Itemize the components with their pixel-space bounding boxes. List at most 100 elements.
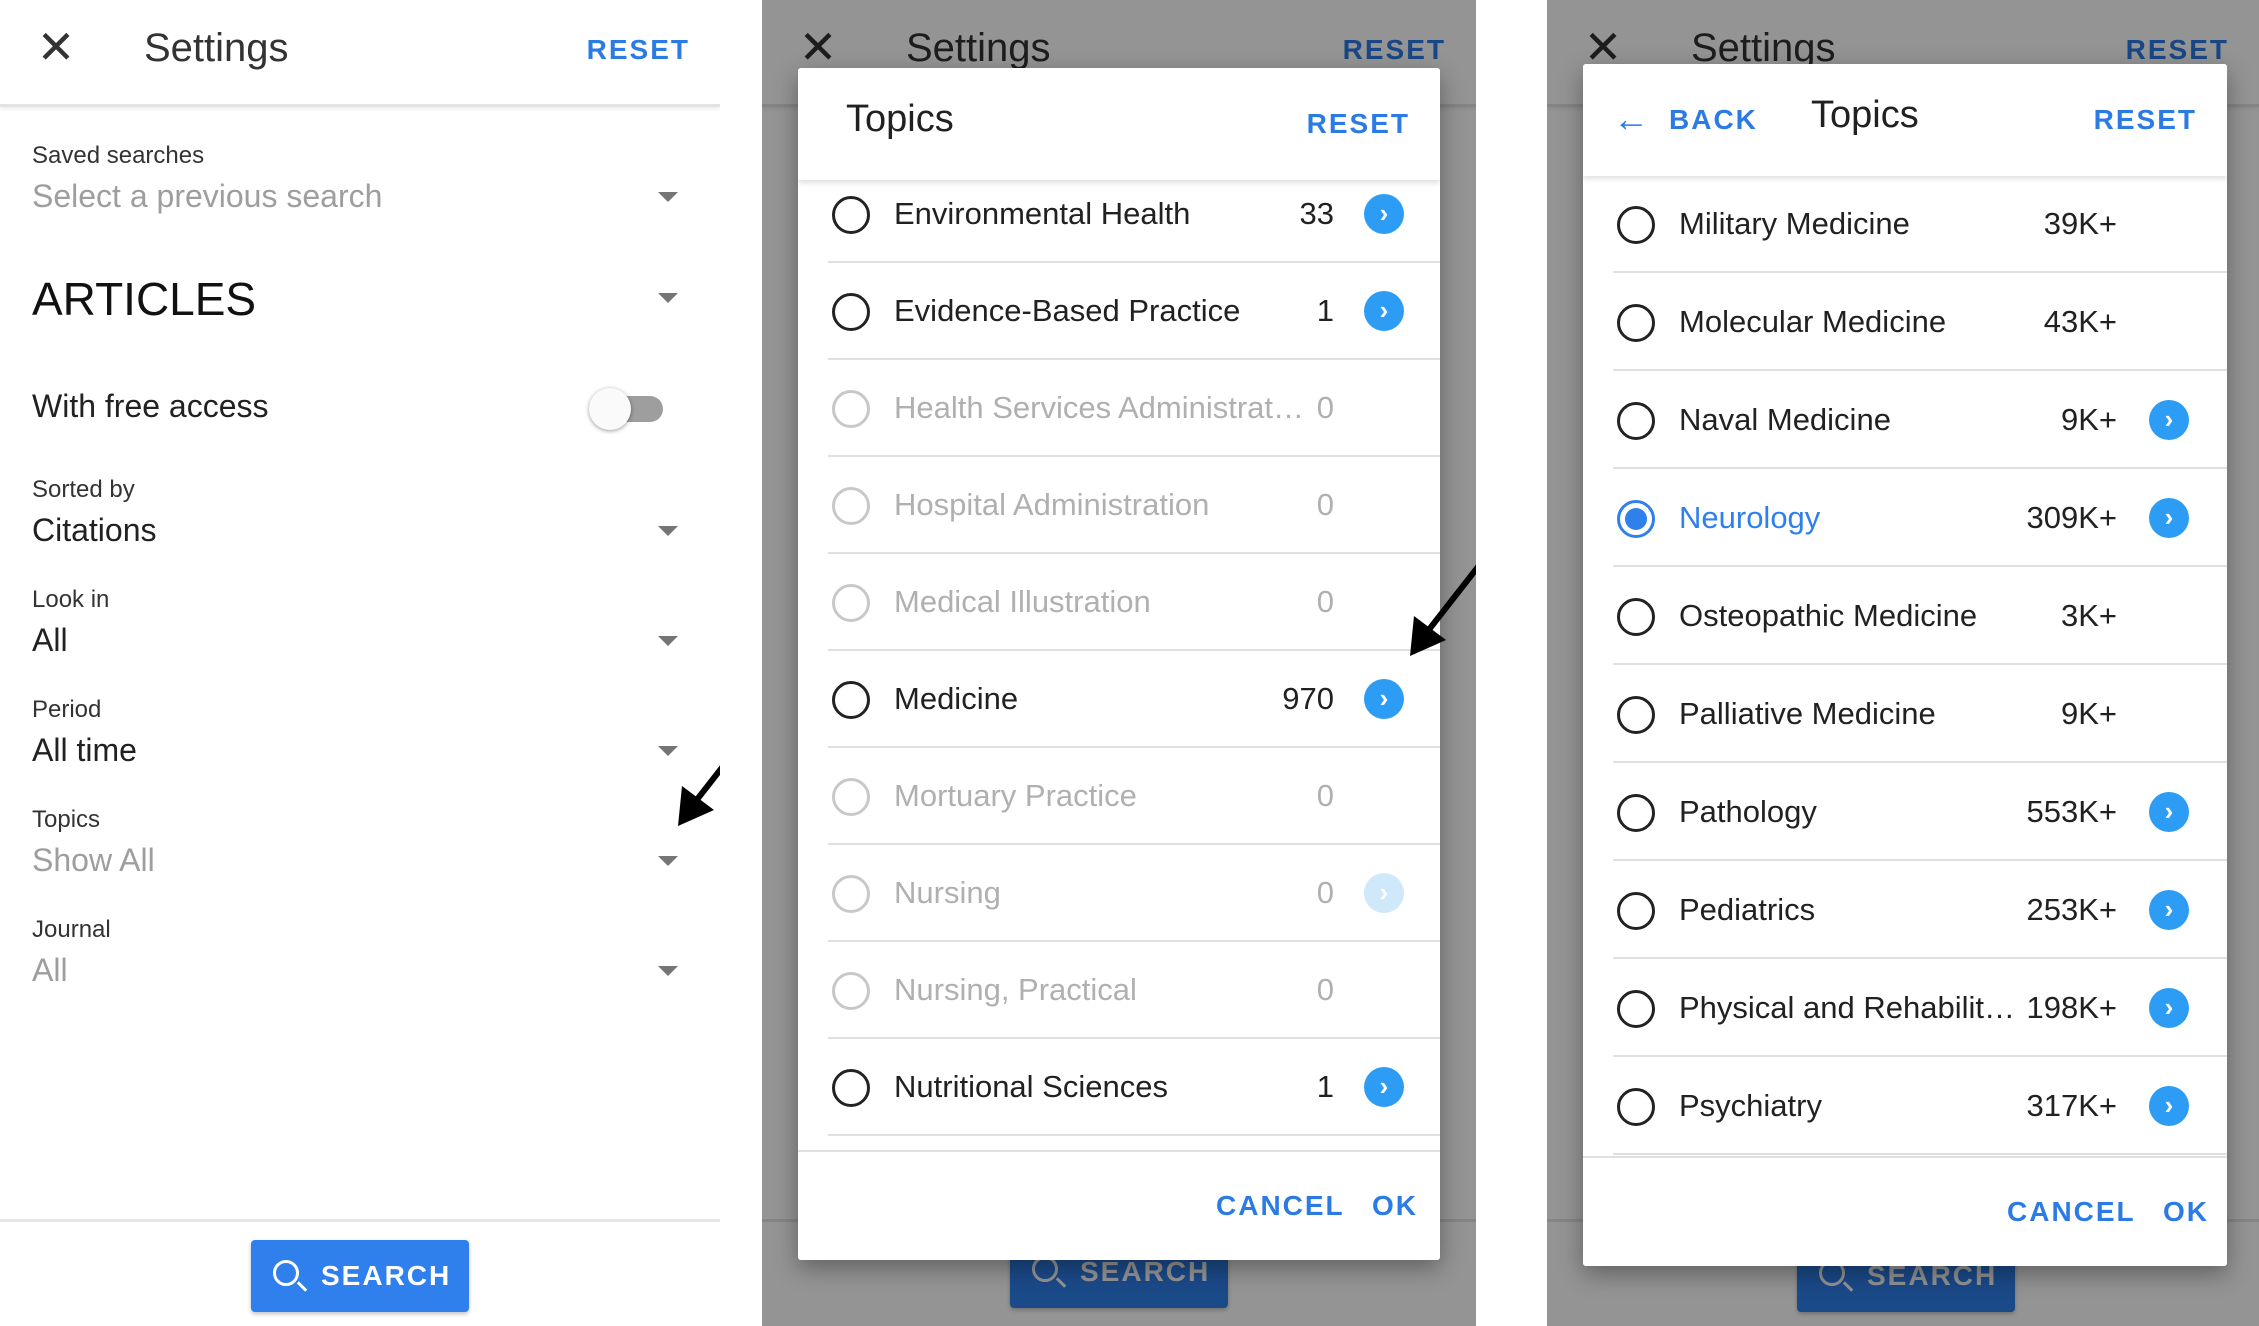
topic-label: Medicine xyxy=(894,681,1019,716)
saved-searches-select[interactable]: Saved searches Select a previous search xyxy=(32,142,720,215)
topic-label: Nursing xyxy=(894,875,1001,910)
radio-button[interactable] xyxy=(1617,304,1655,342)
section-title[interactable]: ARTICLES xyxy=(32,272,256,326)
topics-dialog: Military Medicine 39K+ Molecular Medicin… xyxy=(1583,64,2227,1266)
radio-button[interactable] xyxy=(1617,696,1655,734)
topic-row: Health Services Administrat… 0 xyxy=(828,360,1440,457)
sorted-by-label: Sorted by xyxy=(32,476,135,503)
radio-button[interactable] xyxy=(832,293,870,331)
free-access-label: With free access xyxy=(32,388,269,424)
chevron-right-icon[interactable]: › xyxy=(2149,890,2189,930)
chevron-right-icon[interactable]: › xyxy=(1364,194,1404,234)
topic-label: Neurology xyxy=(1679,500,1821,535)
topic-row[interactable]: Osteopathic Medicine 3K+ xyxy=(1613,568,2227,665)
topic-row[interactable]: Physical and Rehabilit… 198K+ › xyxy=(1613,960,2227,1057)
topics-select[interactable]: Topics Show All xyxy=(32,806,720,879)
close-icon[interactable]: ✕ xyxy=(34,22,78,72)
look-in-label: Look in xyxy=(32,586,110,613)
saved-searches-label: Saved searches xyxy=(32,142,205,169)
topic-row[interactable]: Nutritional Sciences 1 › xyxy=(828,1039,1440,1136)
topic-count: 970 xyxy=(1282,681,1334,716)
dropdown-caret-icon xyxy=(658,192,678,202)
chevron-right-icon[interactable]: › xyxy=(1364,679,1404,719)
cancel-button[interactable]: CANCEL xyxy=(2007,1196,2136,1228)
dropdown-caret-icon xyxy=(658,856,678,866)
page-title: Settings xyxy=(144,26,289,70)
topic-label: Psychiatry xyxy=(1679,1088,1822,1123)
search-button[interactable]: SEARCH xyxy=(251,1240,469,1312)
ok-button[interactable]: OK xyxy=(1372,1190,1418,1222)
search-icon xyxy=(273,1260,299,1286)
back-button[interactable]: BACK xyxy=(1669,104,1758,136)
chevron-right-icon[interactable]: › xyxy=(2149,400,2189,440)
radio-button[interactable] xyxy=(1617,1088,1655,1126)
topic-row[interactable]: Naval Medicine 9K+ › xyxy=(1613,372,2227,469)
search-button-label: SEARCH xyxy=(321,1260,452,1291)
topic-label: Osteopathic Medicine xyxy=(1679,598,1978,633)
ok-button[interactable]: OK xyxy=(2163,1196,2209,1228)
dropdown-caret-icon xyxy=(658,966,678,976)
reset-button[interactable]: RESET xyxy=(587,34,690,66)
topic-count: 43K+ xyxy=(2043,304,2117,339)
settings-screen: ✕ Settings RESET Saved searches Select a… xyxy=(0,0,720,1326)
topic-count: 0 xyxy=(1316,875,1334,910)
radio-button[interactable] xyxy=(1617,598,1655,636)
topic-count: 0 xyxy=(1316,390,1334,425)
topic-row: Hospital Administration 0 xyxy=(828,457,1440,554)
topic-row[interactable]: Evidence-Based Practice 1 › xyxy=(828,263,1440,360)
chevron-right-icon[interactable]: › xyxy=(2149,792,2189,832)
dropdown-caret-icon xyxy=(658,636,678,646)
topic-label: Military Medicine xyxy=(1679,206,1910,241)
topic-row[interactable]: Medicine 970 › xyxy=(828,651,1440,748)
journal-select[interactable]: Journal All xyxy=(32,916,720,989)
topic-row[interactable]: Psychiatry 317K+ › xyxy=(1613,1058,2227,1155)
radio-button xyxy=(832,584,870,622)
topic-row[interactable]: Neurology 309K+ › xyxy=(1613,470,2227,567)
radio-button[interactable] xyxy=(1617,794,1655,832)
chevron-right-icon[interactable]: › xyxy=(2149,1086,2189,1126)
topic-count: 0 xyxy=(1316,778,1334,813)
topic-row[interactable]: Military Medicine 39K+ xyxy=(1613,176,2227,273)
radio-button[interactable] xyxy=(1617,402,1655,440)
topic-row[interactable]: Pediatrics 253K+ › xyxy=(1613,862,2227,959)
dialog-reset-button[interactable]: RESET xyxy=(1307,108,1410,140)
topic-row[interactable]: Environmental Health 33 › xyxy=(828,166,1440,263)
dialog-header: Topics RESET xyxy=(798,68,1440,180)
topic-row[interactable]: Molecular Medicine 43K+ xyxy=(1613,274,2227,371)
topics-dialog: Environmental Health 33 › Evidence-Based… xyxy=(798,68,1440,1260)
sorted-by-select[interactable]: Sorted by Citations xyxy=(32,476,720,549)
topic-count: 39K+ xyxy=(2043,206,2117,241)
topic-label: Mortuary Practice xyxy=(894,778,1137,813)
radio-button[interactable] xyxy=(832,681,870,719)
radio-button[interactable] xyxy=(832,196,870,234)
topic-row[interactable]: Palliative Medicine 9K+ xyxy=(1613,666,2227,763)
topic-row: Nursing, Practical 0 xyxy=(828,942,1440,1039)
period-select[interactable]: Period All time xyxy=(32,696,720,769)
radio-button xyxy=(832,875,870,913)
period-label: Period xyxy=(32,696,102,723)
topic-label: Naval Medicine xyxy=(1679,402,1891,437)
chevron-right-icon[interactable]: › xyxy=(2149,498,2189,538)
topic-row[interactable]: Pathology 553K+ › xyxy=(1613,764,2227,861)
topic-label: Physical and Rehabilit… xyxy=(1679,990,2016,1025)
topic-label: Molecular Medicine xyxy=(1679,304,1947,339)
look-in-value: All xyxy=(32,622,68,658)
topic-count: 1 xyxy=(1316,1069,1334,1104)
chevron-right-icon[interactable]: › xyxy=(1364,291,1404,331)
topic-count: 198K+ xyxy=(2026,990,2117,1025)
topic-count: 1 xyxy=(1316,293,1334,328)
chevron-right-icon[interactable]: › xyxy=(2149,988,2189,1028)
topics-subcategory-screen: ✕ Settings RESET SEARCH Military Medicin… xyxy=(1547,0,2259,1326)
dialog-footer: CANCEL OK xyxy=(1583,1156,2227,1266)
radio-button[interactable] xyxy=(1617,990,1655,1028)
radio-button[interactable] xyxy=(1617,206,1655,244)
radio-button-selected[interactable] xyxy=(1617,500,1655,538)
chevron-right-icon[interactable]: › xyxy=(1364,1067,1404,1107)
dialog-reset-button[interactable]: RESET xyxy=(2094,104,2197,136)
radio-button[interactable] xyxy=(832,1069,870,1107)
radio-button xyxy=(832,390,870,428)
radio-button[interactable] xyxy=(1617,892,1655,930)
cancel-button[interactable]: CANCEL xyxy=(1216,1190,1345,1222)
look-in-select[interactable]: Look in All xyxy=(32,586,720,659)
back-arrow-icon[interactable]: ← xyxy=(1613,98,1649,140)
